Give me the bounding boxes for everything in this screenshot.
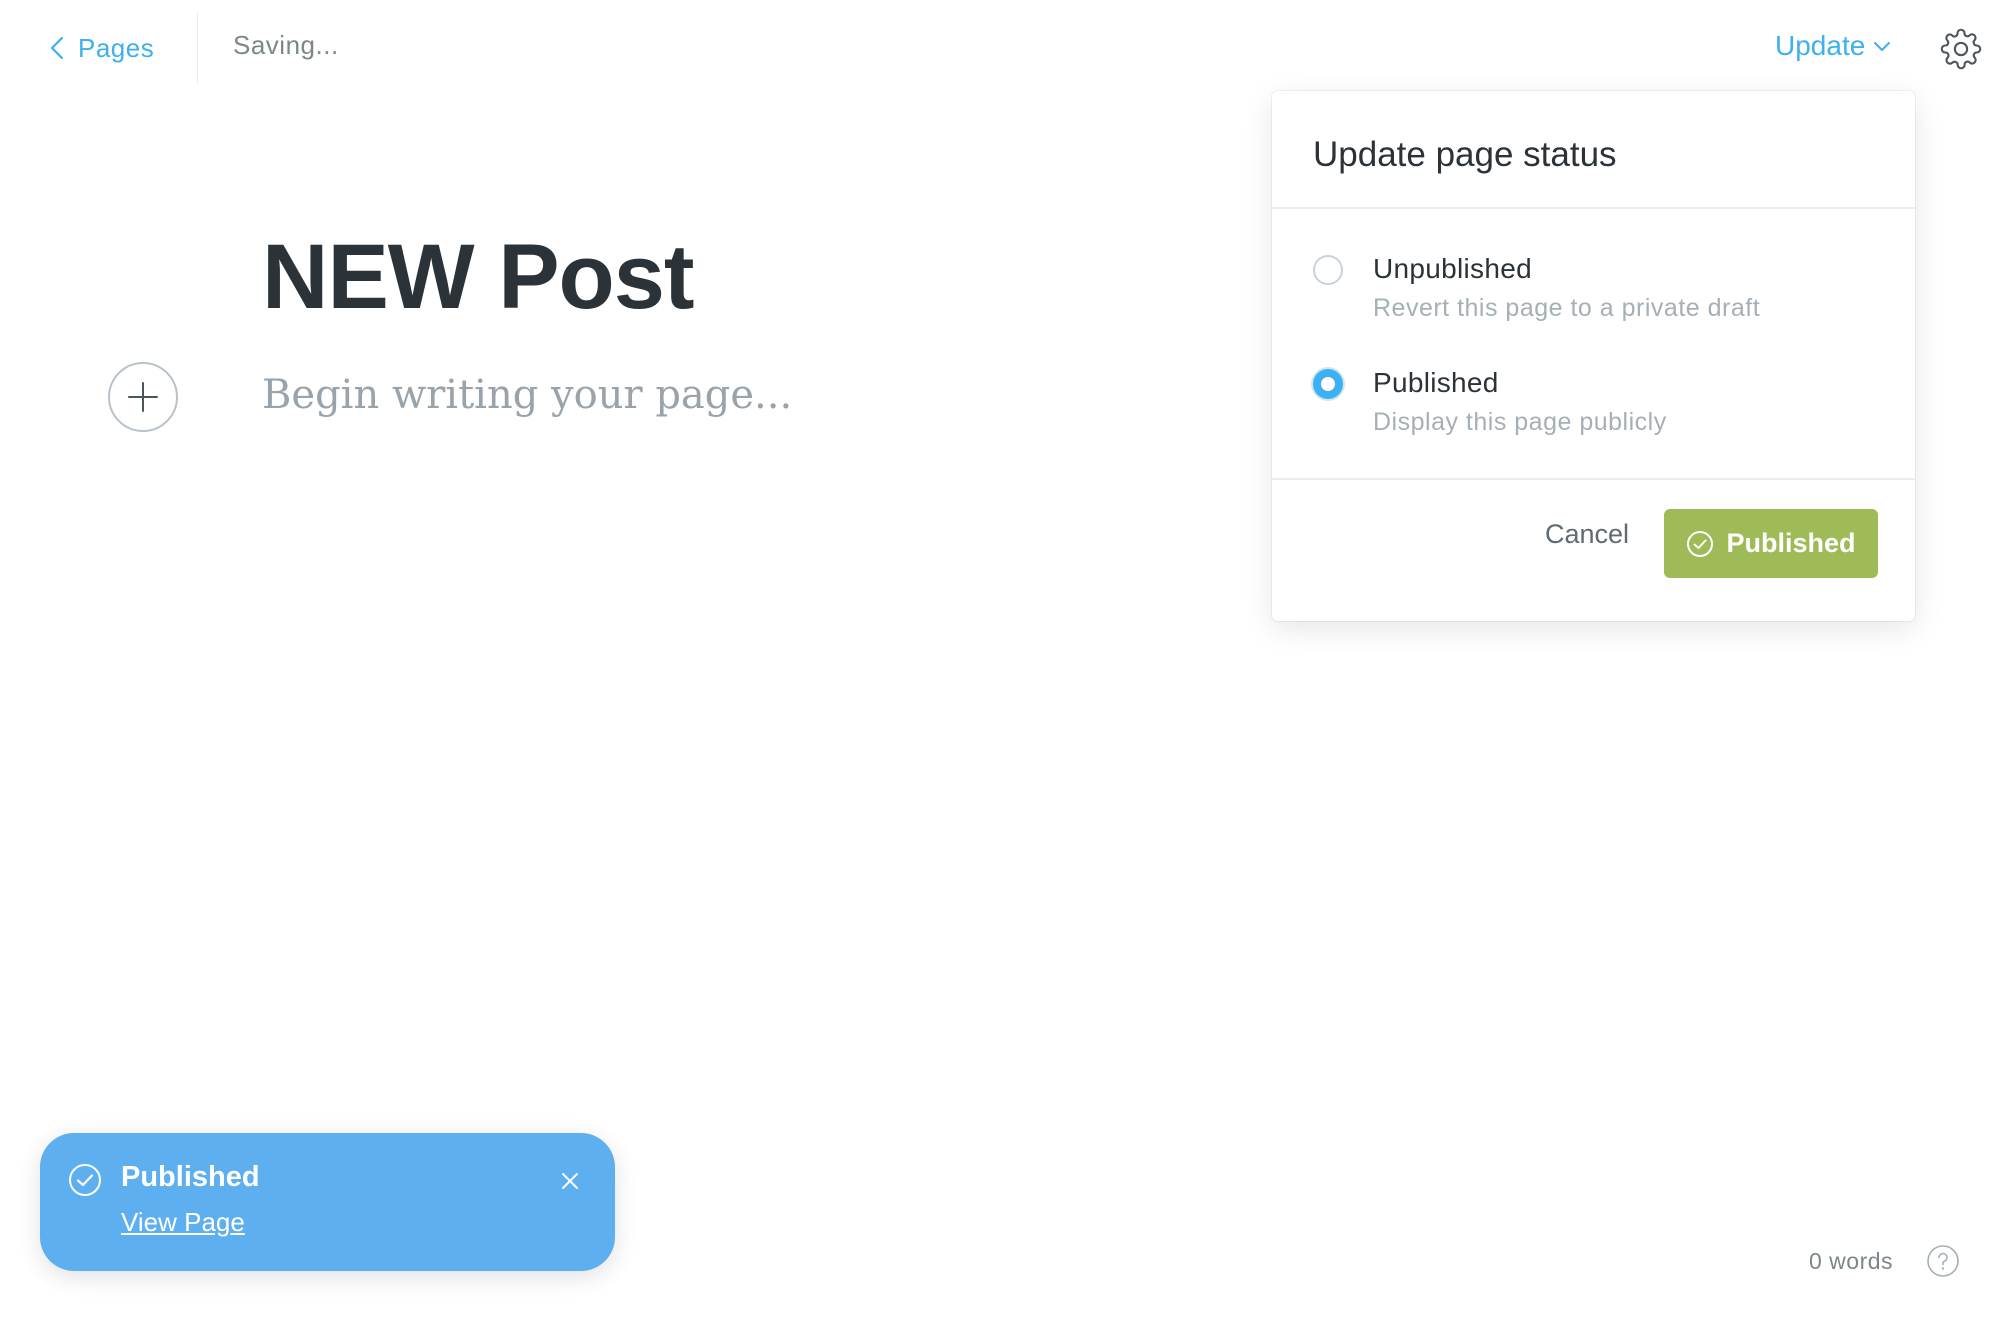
help-button[interactable] <box>1926 1244 1960 1278</box>
gear-icon <box>1940 28 1982 70</box>
option-label: Published <box>1373 367 1499 398</box>
radio-published[interactable] <box>1313 369 1343 399</box>
update-menu-trigger[interactable]: Update <box>1775 30 1891 62</box>
check-circle-icon <box>69 1164 101 1196</box>
chevron-left-icon <box>50 36 64 60</box>
update-status-popover: Update page status Unpublished Revert th… <box>1272 91 1915 621</box>
option-label: Unpublished <box>1373 253 1532 284</box>
popover-divider <box>1272 478 1915 480</box>
save-status: Saving... <box>233 30 339 60</box>
publish-button-label: Published <box>1726 528 1856 558</box>
plus-icon <box>128 382 158 412</box>
word-count: 0 words <box>1809 1248 1894 1274</box>
settings-button[interactable] <box>1940 28 1982 70</box>
question-circle-icon <box>1927 1245 1959 1277</box>
page-title[interactable]: NEW Post <box>262 225 695 330</box>
add-card-button[interactable] <box>108 362 178 432</box>
back-to-pages-link[interactable]: Pages <box>50 28 154 68</box>
radio-unpublished[interactable] <box>1313 255 1343 285</box>
toast-close-button[interactable] <box>554 1165 586 1197</box>
toast-title: Published <box>121 1161 260 1193</box>
editor-placeholder[interactable]: Begin writing your page... <box>262 372 792 418</box>
update-label: Update <box>1775 30 1866 61</box>
header-divider <box>197 12 198 84</box>
chevron-down-icon <box>1874 42 1891 51</box>
status-option-published[interactable]: Published Display this page publicly <box>1313 365 1873 455</box>
option-description: Revert this page to a private draft <box>1373 294 1761 322</box>
publish-button[interactable]: Published <box>1664 509 1878 578</box>
popover-divider <box>1272 207 1915 209</box>
close-icon <box>562 1173 578 1189</box>
popover-title: Update page status <box>1313 135 1617 174</box>
view-page-link[interactable]: View Page <box>121 1207 245 1238</box>
status-option-unpublished[interactable]: Unpublished Revert this page to a privat… <box>1313 251 1873 341</box>
back-link-label: Pages <box>78 32 155 63</box>
cancel-button[interactable]: Cancel <box>1517 509 1657 559</box>
check-circle-icon <box>1687 530 1714 557</box>
option-description: Display this page publicly <box>1373 408 1667 436</box>
published-toast: Published View Page <box>40 1133 615 1271</box>
